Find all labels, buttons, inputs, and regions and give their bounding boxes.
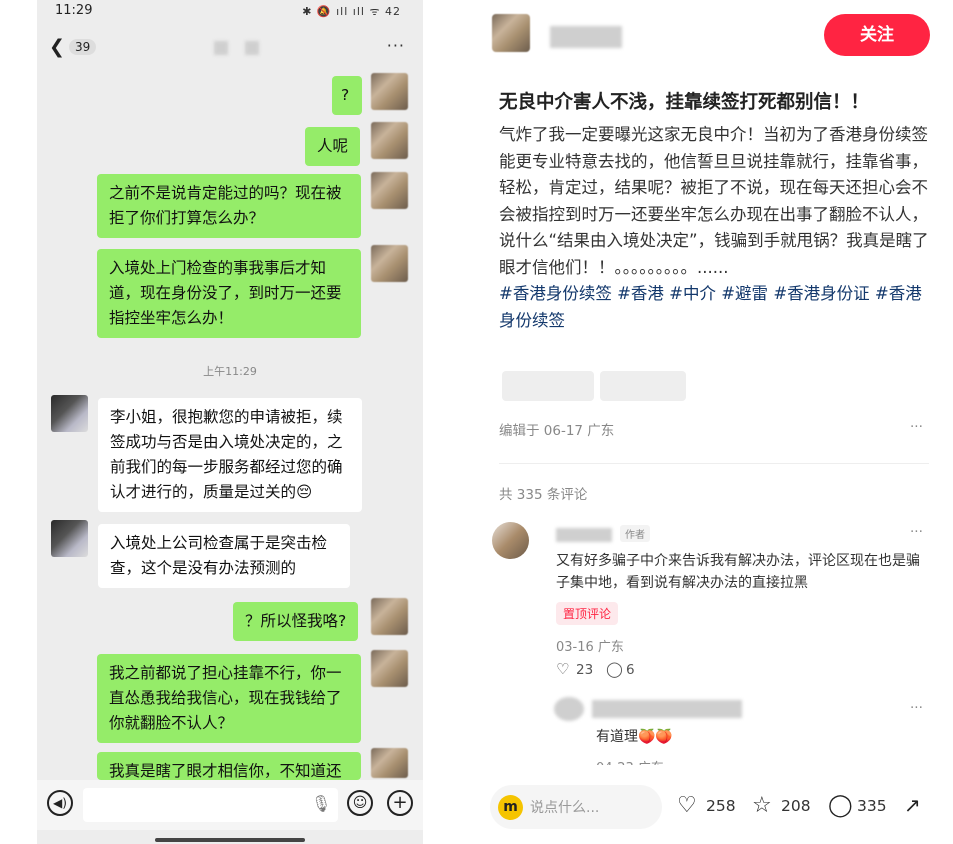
sent-message[interactable]: ? [332, 76, 362, 115]
sent-message[interactable]: 人呢 [305, 127, 361, 166]
reply-text: 有道理🍑🍑 [596, 729, 673, 745]
contact-name-blurred-2 [245, 41, 259, 55]
sent-message[interactable]: 我之前都说了担心挂靠不行，你一直怂恿我给我信心，现在我钱给了你就翻脸不认人？ [97, 654, 361, 743]
hashtag[interactable]: #香港身份续签 [499, 284, 612, 303]
my-avatar[interactable] [371, 650, 408, 687]
received-message[interactable]: 李小姐，很抱歉您的申请被拒，续签成功与否是由入境处决定的，之前我们的每一步服务都… [98, 398, 362, 512]
message-input[interactable] [83, 788, 338, 822]
author-tag: 作者 [620, 525, 650, 542]
comment-text: 又有好多骗子中介来告诉我有解决办法，评论区现在也是骗子集中地，看到说有解决办法的… [556, 553, 920, 591]
app-logo-icon: m [498, 795, 523, 820]
agent-avatar[interactable] [51, 395, 88, 432]
chat-timestamp: 上午11:29 [203, 365, 257, 378]
hashtag[interactable]: #香港 [617, 284, 664, 303]
more-icon[interactable]: ··· [387, 36, 405, 55]
my-avatar[interactable] [371, 748, 408, 778]
input-bar: ◀) 🎙 ☺ + [37, 780, 423, 830]
commenter-avatar[interactable] [492, 522, 529, 559]
chat-header: ❮ 39 ··· [37, 30, 423, 64]
back-arrow-icon[interactable]: ❮ [49, 36, 65, 58]
comment-count: 共 335 条评论 [499, 487, 588, 503]
unread-count-badge: 39 [69, 39, 97, 55]
blurred-chip[interactable] [502, 371, 594, 401]
like-heart-icon[interactable]: ♡ [677, 793, 697, 818]
wechat-chat-screen: 11:29 ✱ 🔕 ıll ıll ᯤ 42 ❮ 39 ··· ? 人呢 之前不… [37, 0, 423, 844]
hashtag[interactable]: #避雷 [721, 284, 768, 303]
sent-message[interactable]: 我真是瞎了眼才相信你，不知道还 [97, 752, 361, 780]
comment-input[interactable]: m 说点什么... [490, 785, 662, 829]
bottom-action-bar: m 说点什么... ♡ 258 ☆ 208 ◯ 335 ↗ [472, 765, 953, 844]
my-avatar[interactable] [371, 598, 408, 635]
received-message[interactable]: 入境处上公司检查属于是突击检查，这个是没有办法预测的 [98, 524, 350, 588]
post-body: 气炸了我一定要曝光这家无良中介！当初为了香港身份续签能更专业特意去找的，他信誓旦… [499, 122, 929, 334]
my-avatar[interactable] [371, 73, 408, 110]
star-icon[interactable]: ☆ [752, 793, 772, 818]
author-name-blurred[interactable] [550, 26, 622, 48]
blurred-chip[interactable] [600, 371, 686, 401]
status-time: 11:29 [55, 3, 93, 18]
author-avatar[interactable] [492, 14, 530, 52]
heart-icon[interactable]: ♡ [556, 660, 569, 678]
divider [499, 463, 929, 464]
comment-bubble-icon[interactable]: ◯ [828, 793, 853, 818]
agent-avatar[interactable] [51, 520, 88, 557]
contact-name-blurred [214, 41, 228, 55]
pinned-comment-badge: 置顶评论 [556, 602, 619, 625]
post-body-text: 气炸了我一定要曝光这家无良中介！当初为了香港身份续签能更专业特意去找的，他信誓旦… [499, 125, 929, 277]
comment-date: 03-16 广东 [556, 640, 624, 655]
hashtag[interactable]: #中介 [669, 284, 716, 303]
share-icon[interactable]: ↗ [904, 793, 921, 817]
status-icons: ✱ 🔕 ıll ıll ᯤ 42 [302, 5, 401, 18]
edit-info: 编辑于 06-17 广东 [499, 423, 615, 439]
comment-likes: 23 [576, 662, 594, 678]
post-panel: 关注 无良中介害人不浅，挂靠续签打死都别信！！ 气炸了我一定要曝光这家无良中介！… [472, 0, 953, 844]
plus-icon[interactable]: + [387, 790, 413, 816]
my-avatar[interactable] [371, 122, 408, 159]
comment-input-placeholder: 说点什么... [530, 800, 600, 816]
sent-message[interactable]: ？所以怪我咯? [233, 602, 359, 641]
sent-message[interactable]: 之前不是说肯定能过的吗？现在被拒了你们打算怎么办？ [97, 174, 361, 238]
post-title: 无良中介害人不浅，挂靠续签打死都别信！！ [499, 92, 870, 113]
reply-icon[interactable]: ◯ [606, 660, 623, 678]
commenter-name-blurred[interactable] [556, 528, 612, 542]
hashtag[interactable]: #香港身份证 [773, 284, 869, 303]
microphone-icon[interactable]: 🎙 [311, 794, 331, 813]
comment-total: 335 [857, 797, 887, 815]
my-avatar[interactable] [371, 245, 408, 282]
reply-name-blurred[interactable] [592, 700, 742, 718]
sent-message[interactable]: 入境处上门检查的事我事后才知道，现在身份没了，到时万一还要指控坐牢怎么办！ [97, 249, 361, 338]
more-icon[interactable]: ··· [910, 700, 923, 716]
my-avatar[interactable] [371, 172, 408, 209]
emoji-icon[interactable]: ☺ [347, 790, 373, 816]
follow-button[interactable]: 关注 [824, 14, 930, 56]
like-count: 258 [706, 797, 736, 815]
left-panel: 11:29 ✱ 🔕 ıll ıll ᯤ 42 ❮ 39 ··· ? 人呢 之前不… [0, 0, 470, 844]
reply-avatar-blurred[interactable] [554, 697, 584, 721]
home-indicator [155, 838, 305, 842]
comment-replies: 6 [626, 662, 635, 678]
more-icon[interactable]: ··· [910, 524, 923, 540]
star-count: 208 [781, 797, 811, 815]
voice-icon[interactable]: ◀) [47, 790, 73, 816]
more-icon[interactable]: ··· [910, 419, 923, 435]
